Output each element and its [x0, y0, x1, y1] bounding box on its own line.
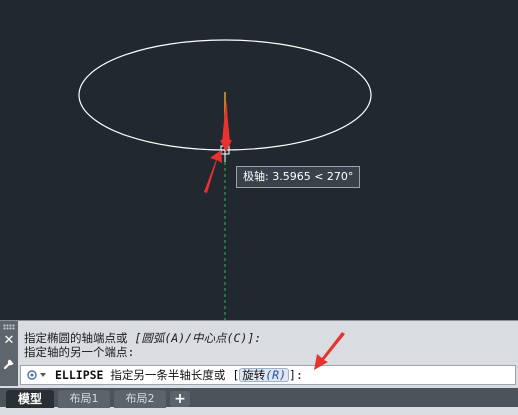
history-text: 指定椭圆的轴端点或	[24, 331, 135, 345]
command-input[interactable]: ELLIPSE 指定另一条半轴长度或 [旋转(R)]:	[20, 365, 516, 385]
command-name: ELLIPSE	[55, 368, 104, 382]
history-text: 指定轴的另一个端点:	[24, 345, 135, 359]
history-options: [圆弧(A)/中心点(C)]:	[134, 331, 262, 345]
crosshair-cursor-icon	[213, 138, 237, 162]
option-key: (R)	[265, 368, 287, 382]
drag-grip-icon[interactable]	[3, 324, 15, 330]
command-line-sidebar: ✕	[0, 321, 18, 387]
add-layout-button[interactable]: +	[170, 391, 190, 407]
tabs-strip: 模型 布局1 布局2 +	[0, 388, 518, 408]
layout-tabs-bar: 模型 布局1 布局2 +	[0, 386, 518, 415]
command-line-window: ✕ 指定椭圆的轴端点或 [圆弧(A)/中心点(C)]: 指定轴的另一个端点: E…	[0, 320, 518, 387]
wrench-icon[interactable]	[2, 355, 16, 371]
option-label: 旋转	[242, 368, 266, 382]
command-prompt-icon[interactable]	[25, 368, 49, 382]
command-history: 指定椭圆的轴端点或 [圆弧(A)/中心点(C)]: 指定轴的另一个端点:	[24, 331, 514, 359]
prompt-text: 指定另一条半轴长度或 [	[103, 368, 240, 382]
tab-layout1[interactable]: 布局1	[58, 390, 110, 408]
model-space[interactable]	[0, 0, 518, 320]
option-rotate-button[interactable]: 旋转(R)	[239, 368, 290, 382]
tab-model[interactable]: 模型	[6, 390, 54, 408]
prompt-suffix: ]:	[289, 368, 303, 382]
history-line: 指定椭圆的轴端点或 [圆弧(A)/中心点(C)]:	[24, 331, 514, 345]
polar-tracking-tooltip: 极轴: 3.5965 < 270°	[236, 166, 361, 188]
close-icon[interactable]: ✕	[3, 334, 15, 348]
command-prompt: ELLIPSE 指定另一条半轴长度或 [旋转(R)]:	[55, 368, 303, 382]
drawing-canvas[interactable]: 极轴: 3.5965 < 270°	[0, 0, 518, 320]
tab-layout2[interactable]: 布局2	[114, 390, 166, 408]
history-line: 指定轴的另一个端点:	[24, 345, 514, 359]
